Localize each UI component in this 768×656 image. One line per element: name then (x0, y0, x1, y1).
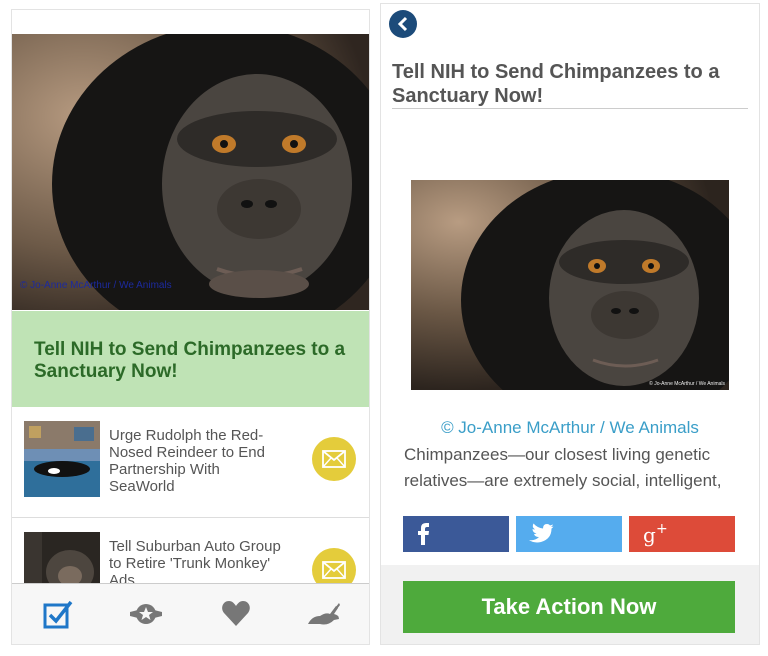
google-plus-icon: g + (643, 521, 668, 547)
badge-icon (130, 604, 162, 624)
photo-watermark: © Jo-Anne McArthur / We Animals (649, 381, 725, 387)
list-screen: Carrier 12:20 PM © Jo-Anne McArthur / We… (12, 10, 369, 644)
campaign-title: Tell Suburban Auto Group to Retire 'Trun… (109, 538, 281, 589)
page-title: Tell NIH to Send Chimpanzees to a Sanctu… (392, 61, 720, 107)
tab-favorites[interactable] (220, 598, 260, 630)
checkbox-icon (43, 600, 73, 629)
tab-bar (12, 583, 369, 644)
campaign-title: Urge Rudolph the Red-Nosed Reindeer to E… (109, 427, 265, 495)
tab-rabbit[interactable] (306, 598, 346, 630)
mail-icon (322, 450, 346, 468)
tab-actions[interactable] (42, 598, 82, 630)
email-action-button[interactable] (312, 437, 356, 481)
take-action-button[interactable]: Take Action Now (403, 581, 735, 633)
facebook-icon (418, 523, 429, 545)
twitter-icon (529, 523, 554, 543)
list-item[interactable]: Urge Rudolph the Red-Nosed Reindeer to E… (12, 407, 369, 518)
rabbit-icon (308, 603, 340, 625)
tab-victories[interactable] (128, 598, 168, 630)
clock: 12:20 PM (160, 14, 221, 30)
svg-text:+: + (656, 521, 668, 537)
svg-text:g: g (643, 523, 656, 547)
divider (392, 108, 748, 109)
seaworld-thumbnail (24, 421, 100, 497)
featured-campaign-banner[interactable]: Tell NIH to Send Chimpanzees to a Sanctu… (12, 311, 369, 407)
battery-icon (335, 16, 362, 28)
back-button[interactable] (389, 10, 417, 38)
hero-credit: © Jo-Anne McArthur / We Animals (20, 280, 172, 291)
article-body: Chimpanzees—our closest living genetic r… (404, 445, 722, 500)
google-plus-share-button[interactable]: g + (629, 516, 735, 552)
twitter-share-button[interactable] (516, 516, 622, 552)
status-bar: Carrier 12:20 PM (12, 10, 369, 34)
facebook-share-button[interactable] (403, 516, 509, 552)
featured-campaign-title: Tell NIH to Send Chimpanzees to a Sanctu… (34, 339, 346, 382)
chevron-left-icon (397, 16, 408, 32)
heart-icon (222, 601, 250, 626)
hero-chimpanzee-image[interactable] (12, 34, 369, 310)
chimpanzee-photo (411, 180, 729, 390)
mail-icon (322, 561, 346, 579)
action-footer: Take Action Now (381, 565, 759, 644)
photo-caption[interactable]: © Jo-Anne McArthur / We Animals (381, 418, 759, 438)
detail-screen: Tell NIH to Send Chimpanzees to a Sanctu… (381, 4, 759, 644)
